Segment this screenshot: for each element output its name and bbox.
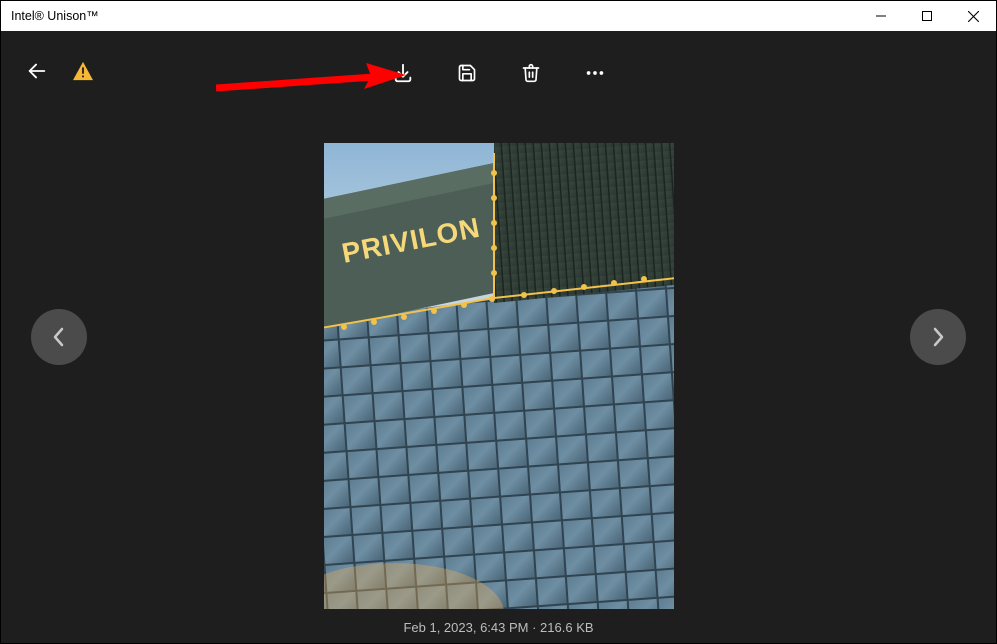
previous-button[interactable] [31, 309, 87, 365]
viewer-toolbar [1, 31, 996, 111]
delete-button[interactable] [517, 59, 545, 87]
photo-info-text: Feb 1, 2023, 6:43 PM · 216.6 KB [403, 620, 593, 635]
photo-viewer: PRIVILON Feb 1, 2023, 6:43 PM · 216.6 KB [1, 31, 996, 643]
photo-display: PRIVILON [324, 143, 674, 609]
next-button[interactable] [910, 309, 966, 365]
window-title: Intel® Unison™ [11, 9, 99, 23]
download-button[interactable] [389, 59, 417, 87]
photo-info: Feb 1, 2023, 6:43 PM · 216.6 KB [1, 620, 996, 635]
more-button[interactable] [581, 59, 609, 87]
warning-icon[interactable] [61, 49, 105, 93]
maximize-button[interactable] [904, 1, 950, 31]
center-actions [389, 59, 609, 87]
minimize-button[interactable] [858, 1, 904, 31]
back-button[interactable] [15, 49, 59, 93]
save-button[interactable] [453, 59, 481, 87]
window-titlebar: Intel® Unison™ [1, 1, 996, 31]
close-button[interactable] [950, 1, 996, 31]
